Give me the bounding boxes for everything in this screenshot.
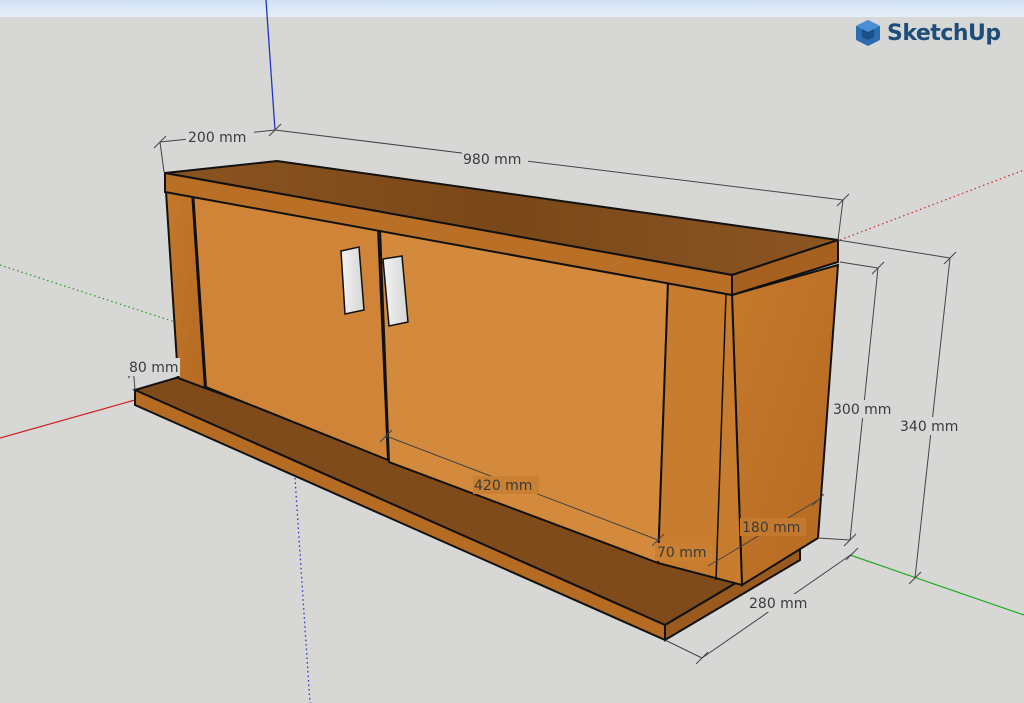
red-axis xyxy=(0,399,136,439)
dim-base-height: 80 mm xyxy=(129,360,179,376)
dim-door-width: 420 mm xyxy=(474,478,532,494)
dim-top-width: 980 mm xyxy=(463,152,521,168)
left-handle xyxy=(340,246,365,315)
dim-top-depth: 200 mm xyxy=(188,130,246,146)
dim-total-height: 340 mm xyxy=(900,419,958,435)
dim-side-depth: 180 mm xyxy=(742,520,800,536)
dim-side-panel: 70 mm xyxy=(657,545,707,561)
model-viewport[interactable]: 200 mm 980 mm 80 mm 300 mm 340 mm 420 mm… xyxy=(0,0,1024,703)
red-axis-dotted xyxy=(839,169,1024,241)
green-axis xyxy=(849,554,1024,616)
green-axis-dotted xyxy=(0,264,176,323)
sketchup-logo-icon xyxy=(856,20,880,46)
dim-base-depth: 280 mm xyxy=(749,596,807,612)
dim-inner-height: 300 mm xyxy=(833,402,891,418)
blue-axis xyxy=(265,0,276,131)
blue-axis-dotted xyxy=(294,477,311,703)
brand-name: SketchUp xyxy=(887,20,1001,46)
brand-logo: SketchUp xyxy=(855,17,1001,49)
